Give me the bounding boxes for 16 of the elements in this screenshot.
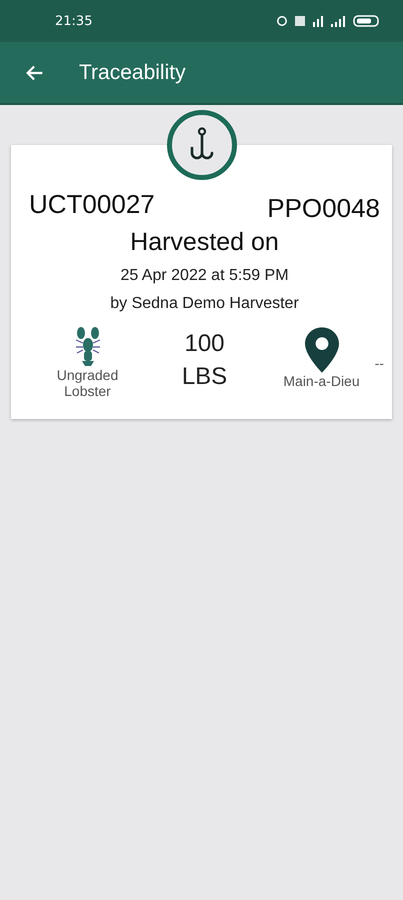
signal-icon: [313, 14, 323, 28]
harvest-heading: Harvested on: [130, 228, 279, 257]
battery-icon: [353, 14, 379, 28]
lot-id: UCT00027: [29, 189, 155, 220]
order-id: PPO0048: [267, 193, 380, 224]
quantity-unit: LBS: [182, 362, 228, 392]
harvester-name: by Sedna Demo Harvester: [110, 295, 299, 313]
signal-icon: [331, 14, 345, 28]
harvest-date: 25 Apr 2022 at 5:59 PM: [120, 267, 289, 285]
screen-title: Traceability: [79, 60, 186, 84]
quantity-amount: 100: [184, 329, 225, 359]
status-time: 21:35: [55, 14, 94, 28]
location-pin-icon: [304, 327, 338, 373]
location-extra: --: [374, 357, 384, 372]
species-label: Ungraded Lobster: [56, 367, 120, 399]
location-name: Main-a-Dieu: [282, 373, 361, 389]
